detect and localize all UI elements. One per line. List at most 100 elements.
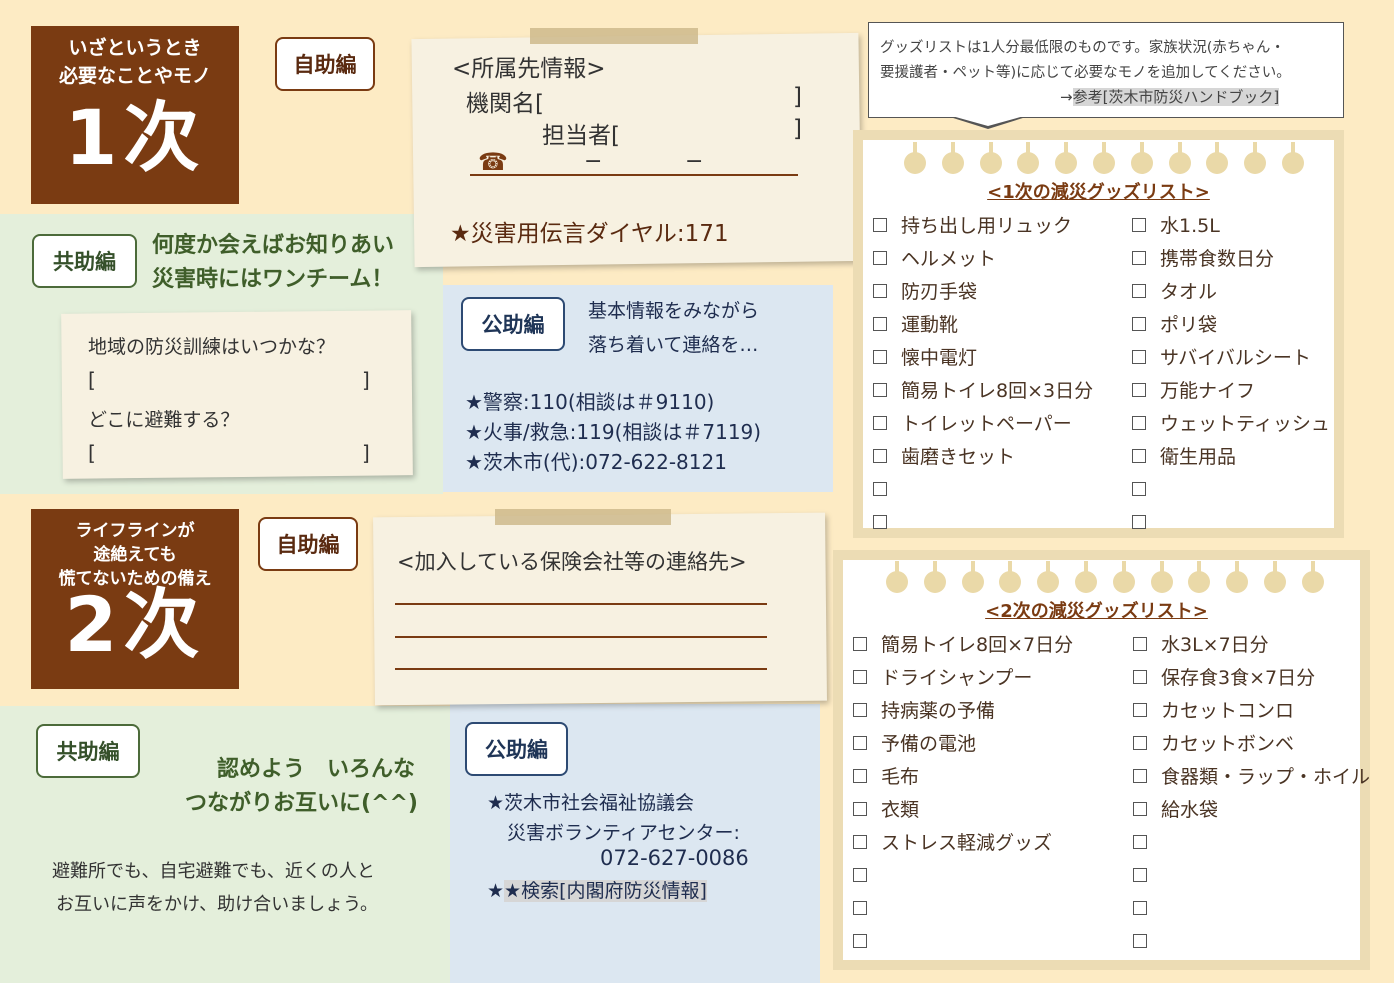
checkbox[interactable] <box>873 481 887 496</box>
checklist-item-label: 持ち出し用リュック <box>901 215 1073 237</box>
checklist-item-label: カセットボンベ <box>1161 733 1295 755</box>
checkbox[interactable] <box>1133 933 1147 948</box>
person-close: ] <box>793 116 802 142</box>
checkbox[interactable] <box>853 933 867 948</box>
checklist-item: 水1.5L <box>1132 208 1337 241</box>
checklist-item: 携帯食数日分 <box>1132 241 1337 274</box>
secondary-body-line1: 避難所でも、自宅避難でも、近くの人と <box>52 861 375 882</box>
checkbox[interactable] <box>1132 349 1146 364</box>
checklist-item-label: サバイバルシート <box>1160 347 1311 369</box>
checkbox[interactable] <box>873 415 887 430</box>
checklist-item: ヘルメット <box>873 241 1123 274</box>
list2-column-1: 簡易トイレ8回×7日分 ドライシャンプー 持病薬の予備 予備の電池 毛布 衣類 ストレス軽減… <box>853 627 1123 957</box>
checkbox[interactable] <box>873 217 887 232</box>
phone-dash-1: − <box>584 149 603 174</box>
checkbox[interactable] <box>1133 801 1147 816</box>
checklist-item-label: 水1.5L <box>1160 215 1220 237</box>
checklist-item-label: トイレットペーパー <box>901 413 1072 435</box>
council-name: ★茨木市社会福祉協議会 <box>487 792 695 814</box>
checklist-item <box>1133 924 1358 957</box>
disaster-dial: ★災害用伝言ダイヤル:171 <box>450 221 729 247</box>
checkbox[interactable] <box>1133 834 1147 849</box>
checklist-item: 衣類 <box>853 792 1123 825</box>
checkbox[interactable] <box>1132 382 1146 397</box>
binder-ring <box>1301 571 1324 593</box>
binder-ring <box>1264 571 1286 593</box>
checklist-item-label: 給水袋 <box>1161 799 1219 821</box>
checkbox[interactable] <box>1132 514 1146 529</box>
binder-ring <box>904 152 926 174</box>
notice-ref-text: 参考[茨木市防災ハンドブック] <box>1072 88 1280 106</box>
checkbox[interactable] <box>1133 768 1147 783</box>
checkbox[interactable] <box>873 283 887 298</box>
checklist-item: 水3L×7日分 <box>1133 627 1358 660</box>
checklist-item <box>1133 825 1358 858</box>
checkbox[interactable] <box>853 702 867 717</box>
checkbox[interactable] <box>853 636 867 651</box>
phone-icon: ☎ <box>478 148 508 176</box>
contact-police: ★警察:110(相談は＃9110) <box>465 390 715 414</box>
checkbox[interactable] <box>1132 217 1146 232</box>
checklist-item <box>853 858 1123 891</box>
notice-line1: グッズリストは1人分最低限のものです。家族状況(赤ちゃん・ <box>880 40 1285 56</box>
binder-ring <box>923 571 946 593</box>
evac-bracket-open: [ <box>88 441 96 465</box>
drill-bracket-open: [ <box>88 368 96 392</box>
checklist-item: ウェットティッシュ <box>1132 406 1337 439</box>
checkbox[interactable] <box>1132 481 1146 496</box>
checklist-item: 簡易トイレ8回×3日分 <box>873 373 1123 406</box>
checkbox[interactable] <box>853 900 867 915</box>
checkbox[interactable] <box>1133 669 1147 684</box>
contact-city: ★茨木市(代):072-622-8121 <box>465 450 727 474</box>
insurance-title: <加入している保険会社等の連絡先> <box>397 550 747 574</box>
checkbox[interactable] <box>873 382 887 397</box>
checklist-item: カセットコンロ <box>1133 693 1358 726</box>
drill-question: 地域の防災訓練はいつかな？ <box>88 336 336 358</box>
checklist-item-label: 運動靴 <box>901 314 959 336</box>
checkbox[interactable] <box>873 514 887 529</box>
list1-column-2: 水1.5L 携帯食数日分 タオル ポリ袋 サバイバルシート 万能ナイフ ウェットティッシュ衛… <box>1132 208 1337 538</box>
checklist-item: トイレットペーパー <box>873 406 1123 439</box>
checkbox[interactable] <box>1132 283 1146 298</box>
checkbox[interactable] <box>1133 735 1147 750</box>
checkbox[interactable] <box>853 867 867 882</box>
checkbox[interactable] <box>1132 448 1146 463</box>
primary-mutual-line1: 何度か会えばお知りあい <box>152 233 395 258</box>
checkbox[interactable] <box>853 801 867 816</box>
binder-ring <box>1282 152 1304 174</box>
checkbox[interactable] <box>1133 702 1147 717</box>
checkbox[interactable] <box>873 316 887 331</box>
notice-balloon-tail-fill <box>952 116 1024 126</box>
checkbox[interactable] <box>853 834 867 849</box>
checklist-item: ポリ袋 <box>1132 307 1337 340</box>
checkbox[interactable] <box>1133 900 1147 915</box>
checkbox[interactable] <box>873 250 887 265</box>
checkbox[interactable] <box>1133 867 1147 882</box>
primary-heading-box: いざというとき 必要なことやモノ 1次 <box>31 26 239 204</box>
checklist-item-label: 万能ナイフ <box>1160 380 1256 402</box>
checkbox[interactable] <box>1132 415 1146 430</box>
checkbox[interactable] <box>873 448 887 463</box>
search-cabinet-office: ★★検索[内閣府防災情報] <box>487 880 707 902</box>
checkbox[interactable] <box>853 735 867 750</box>
checklist-item-label: ウェットティッシュ <box>1160 413 1330 435</box>
checkbox[interactable] <box>873 349 887 364</box>
binder-ring <box>1112 571 1135 593</box>
checklist-item <box>873 472 1123 505</box>
checklist-item-label: 携帯食数日分 <box>1160 248 1275 270</box>
checklist-item-label: 歯磨きセット <box>901 446 1016 468</box>
checkbox[interactable] <box>1133 636 1147 651</box>
binder-ring <box>1093 152 1115 174</box>
checkbox[interactable] <box>1132 250 1146 265</box>
checklist-item-label: カセットコンロ <box>1161 700 1295 722</box>
checkbox[interactable] <box>1132 316 1146 331</box>
checklist-item <box>853 924 1123 957</box>
checkbox[interactable] <box>853 669 867 684</box>
checkbox[interactable] <box>853 768 867 783</box>
secondary-heading-line1: ライフラインが <box>75 521 195 541</box>
checklist-item <box>1132 472 1337 505</box>
volunteer-center: 災害ボランティアセンター: <box>507 822 740 844</box>
checklist-item-label: 防刃手袋 <box>901 281 978 303</box>
binder-ring <box>961 571 984 593</box>
insurance-line-3 <box>395 668 767 670</box>
